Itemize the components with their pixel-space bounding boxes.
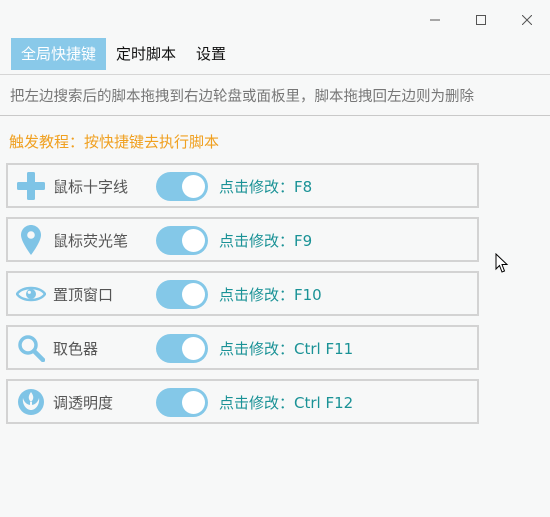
shortcut-row-pin-window: 置顶窗口 点击修改：F10 [6, 271, 479, 316]
minimize-icon [430, 19, 440, 21]
maximize-button[interactable] [458, 0, 504, 40]
enable-toggle[interactable] [156, 388, 208, 417]
crosshair-icon [16, 172, 46, 200]
minimize-button[interactable] [412, 0, 458, 40]
enable-toggle[interactable] [156, 172, 208, 201]
eye-icon [16, 280, 46, 308]
shortcut-name: 置顶窗口 [53, 286, 114, 304]
tab-scheduled-scripts[interactable]: 定时脚本 [106, 38, 186, 70]
enable-toggle[interactable] [156, 226, 208, 255]
maximize-icon [476, 15, 486, 25]
shortcut-edit-link[interactable]: 点击修改：F8 [219, 176, 312, 197]
shortcut-name: 调透明度 [53, 394, 114, 412]
hint-text: 把左边搜索后的脚本拖拽到右边轮盘或面板里，脚本拖拽回左边则为删除 [10, 89, 474, 105]
shortcut-name: 鼠标荧光笔 [53, 232, 129, 250]
enable-toggle[interactable] [156, 280, 208, 309]
toggle-knob [182, 283, 205, 306]
toggle-knob [182, 229, 205, 252]
shortcut-row-crosshair: 鼠标十字线 点击修改：F8 [6, 163, 479, 208]
map-pin-icon [16, 225, 46, 255]
enable-toggle[interactable] [156, 334, 208, 363]
close-button[interactable] [504, 0, 550, 40]
shortcut-name: 取色器 [53, 340, 99, 358]
window-controls [412, 0, 550, 40]
tab-bar: 全局快捷键 定时脚本 设置 [11, 38, 236, 70]
shortcut-edit-link[interactable]: 点击修改：F9 [219, 230, 312, 251]
close-icon [522, 15, 532, 25]
shortcut-row-highlighter: 鼠标荧光笔 点击修改：F9 [6, 217, 479, 262]
tab-settings[interactable]: 设置 [186, 38, 236, 70]
magnifier-icon [16, 334, 46, 362]
shortcut-edit-link[interactable]: 点击修改：F10 [219, 284, 322, 305]
shortcut-name: 鼠标十字线 [53, 178, 129, 196]
rebel-alliance-icon [16, 388, 46, 416]
shortcut-edit-link[interactable]: 点击修改：Ctrl F12 [219, 392, 353, 413]
toggle-knob [182, 391, 205, 414]
toggle-knob [182, 175, 205, 198]
hint-bar: 把左边搜索后的脚本拖拽到右边轮盘或面板里，脚本拖拽回左边则为删除 [0, 74, 550, 116]
toggle-knob [182, 337, 205, 360]
tutorial-text: 触发教程：按快捷键去执行脚本 [9, 133, 220, 151]
tab-global-hotkeys[interactable]: 全局快捷键 [11, 38, 107, 70]
shortcut-row-opacity: 调透明度 点击修改：Ctrl F12 [6, 379, 479, 424]
shortcut-row-color-picker: 取色器 点击修改：Ctrl F11 [6, 325, 479, 370]
shortcut-edit-link[interactable]: 点击修改：Ctrl F11 [219, 338, 353, 359]
mouse-cursor-icon [495, 253, 509, 273]
